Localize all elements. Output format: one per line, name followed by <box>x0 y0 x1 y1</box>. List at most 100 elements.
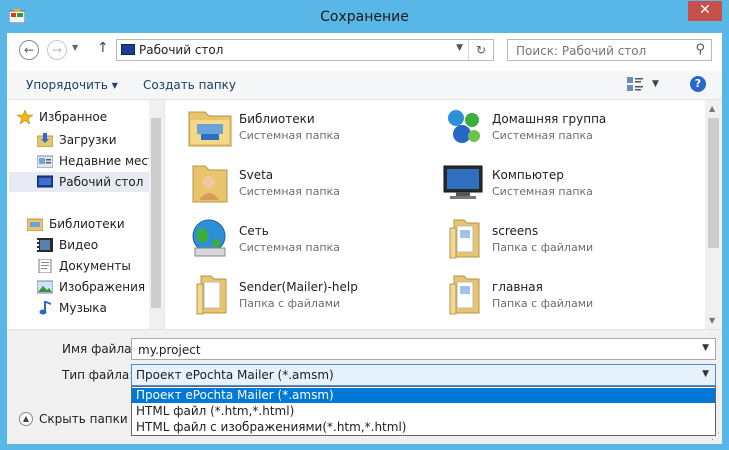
resize-grip-icon[interactable]: ⋰ <box>711 432 720 442</box>
nav-item-recent-places[interactable]: Недавние места <box>37 151 162 171</box>
organize-button[interactable]: Упорядочить ▾ <box>26 78 118 92</box>
user-folder-icon <box>192 165 228 203</box>
filetype-dropdown-icon[interactable]: ▼ <box>702 369 709 379</box>
item-name: screens <box>492 224 539 238</box>
scroll-down-icon[interactable]: ▼ <box>709 316 715 325</box>
up-arrow-icon[interactable]: ↑ <box>97 40 109 56</box>
item-name: главная <box>492 280 543 294</box>
nav-pane-scroll-thumb[interactable] <box>151 118 161 308</box>
music-icon <box>39 301 51 315</box>
list-item[interactable]: screens Папка с файлами <box>418 214 658 266</box>
list-item[interactable]: Сеть Системная папка <box>165 214 405 266</box>
item-type: Системная папка <box>239 185 340 198</box>
nav-item-favorites[interactable]: Избранное <box>17 107 147 127</box>
file-list-scrollbar[interactable]: ▲ ▼ <box>705 100 722 329</box>
nav-item-downloads[interactable]: Загрузки <box>37 130 147 150</box>
computer-icon <box>443 165 483 199</box>
filetype-option[interactable]: HTML файл с изображениями(*.htm,*.html) <box>132 420 715 435</box>
item-name: Sveta <box>239 168 274 182</box>
title-bar[interactable]: Сохранение ✕ <box>1 1 728 33</box>
nav-item-label: Рабочий стол <box>59 175 144 189</box>
nav-item-music[interactable]: Музыка <box>37 298 149 318</box>
item-type: Папка с файлами <box>492 241 594 254</box>
new-folder-button[interactable]: Создать папку <box>143 78 236 92</box>
nav-item-label: Документы <box>59 259 131 273</box>
back-button[interactable]: ← <box>19 40 39 60</box>
hide-folders-label: Скрыть папки <box>39 412 128 426</box>
list-item[interactable]: Sender(Mailer)-help Папка с файлами <box>165 270 405 322</box>
item-type: Папка с файлами <box>239 297 341 310</box>
star-icon <box>17 110 33 124</box>
item-type: Системная папка <box>492 185 593 198</box>
nav-item-label: Загрузки <box>59 133 117 147</box>
list-item[interactable]: главная Папка с файлами <box>418 270 658 322</box>
homegroup-icon <box>448 110 480 143</box>
help-icon[interactable]: ? <box>690 76 706 92</box>
window-title: Сохранение <box>320 9 409 25</box>
search-box[interactable]: ⚲ <box>507 39 712 61</box>
item-type: Системная папка <box>239 129 340 142</box>
search-icon[interactable]: ⚲ <box>695 42 705 57</box>
nav-item-label: Библиотеки <box>49 217 125 231</box>
nav-item-label: Музыка <box>59 301 107 315</box>
filetype-option[interactable]: HTML файл (*.htm,*.html) <box>132 404 715 419</box>
item-name: Sender(Mailer)-help <box>239 280 358 294</box>
forward-button[interactable]: → <box>47 40 67 60</box>
nav-item-libraries[interactable]: Библиотеки <box>27 214 149 234</box>
filetype-select[interactable]: Проект ePochta Mailer (*.amsm) ▼ <box>131 364 716 386</box>
view-options-icon[interactable] <box>627 77 643 91</box>
save-dialog-window: Сохранение ✕ ← → ▼ ↑ Рабочий стол ▼ ↻ ⚲ … <box>0 0 729 450</box>
recent-places-icon <box>37 155 53 168</box>
file-list-scroll-thumb[interactable] <box>708 118 719 248</box>
filename-field[interactable]: ▼ <box>131 338 716 360</box>
desktop-icon <box>37 175 53 188</box>
close-button[interactable]: ✕ <box>688 1 722 21</box>
folder-icon <box>196 275 227 315</box>
nav-item-label: Изображения <box>59 280 146 294</box>
item-name: Домашняя группа <box>492 112 607 126</box>
item-type: Папка с файлами <box>492 297 594 310</box>
downloads-icon <box>37 133 53 147</box>
nav-item-images[interactable]: Изображения <box>37 277 149 297</box>
nav-item-label: Видео <box>59 238 99 252</box>
filetype-option[interactable]: Проект ePochta Mailer (*.amsm) <box>132 388 715 403</box>
save-form: Имя файла: ▼ Тип файла: Проект ePochta M… <box>7 329 722 444</box>
folder-icon <box>449 219 480 259</box>
nav-item-label: Избранное <box>39 110 108 124</box>
nav-pane-scrollbar[interactable] <box>149 100 164 329</box>
images-icon <box>37 280 53 294</box>
list-item[interactable]: Компьютер Системная папка <box>418 158 658 210</box>
list-item[interactable]: Библиотеки Системная папка <box>165 102 405 154</box>
video-icon <box>37 238 53 252</box>
item-name: Компьютер <box>492 168 564 182</box>
view-dropdown-icon[interactable]: ▼ <box>652 79 659 89</box>
filetype-label: Тип файла: <box>62 368 134 382</box>
nav-item-video[interactable]: Видео <box>37 235 149 255</box>
filetype-options-list: Проект ePochta Mailer (*.amsm) HTML файл… <box>131 386 716 436</box>
filename-input[interactable] <box>136 341 690 359</box>
folder-icon <box>449 275 480 315</box>
desktop-icon <box>121 44 135 55</box>
libraries-folder-icon <box>188 111 232 147</box>
dialog-client: ← → ▼ ↑ Рабочий стол ▼ ↻ ⚲ Упорядочить ▾… <box>7 33 722 444</box>
scroll-up-icon[interactable]: ▲ <box>709 104 715 113</box>
item-name: Сеть <box>239 224 269 238</box>
address-row: ← → ▼ ↑ Рабочий стол ▼ ↻ ⚲ <box>7 33 722 67</box>
command-bar: Упорядочить ▾ Создать папку ▼ ? <box>7 71 722 100</box>
file-list: Библиотеки Системная папка Домашняя груп… <box>165 100 705 329</box>
address-bar[interactable]: Рабочий стол ▼ ↻ <box>116 39 494 61</box>
network-icon <box>192 219 226 257</box>
item-name: Библиотеки <box>239 112 315 126</box>
address-dropdown-icon[interactable]: ▼ <box>456 43 463 53</box>
list-item[interactable]: Домашняя группа Системная папка <box>418 102 658 154</box>
list-item[interactable]: Sveta Системная папка <box>165 158 405 210</box>
refresh-icon[interactable]: ↻ <box>468 40 493 60</box>
filename-dropdown-icon[interactable]: ▼ <box>702 343 709 353</box>
filetype-selected-value: Проект ePochta Mailer (*.amsm) <box>136 368 334 382</box>
nav-item-documents[interactable]: Документы <box>37 256 149 276</box>
item-type: Системная папка <box>492 129 593 142</box>
recent-locations-chevron-icon[interactable]: ▼ <box>72 43 78 52</box>
item-type: Системная папка <box>239 241 340 254</box>
nav-item-desktop[interactable]: Рабочий стол <box>9 172 149 192</box>
search-input[interactable] <box>514 42 688 60</box>
